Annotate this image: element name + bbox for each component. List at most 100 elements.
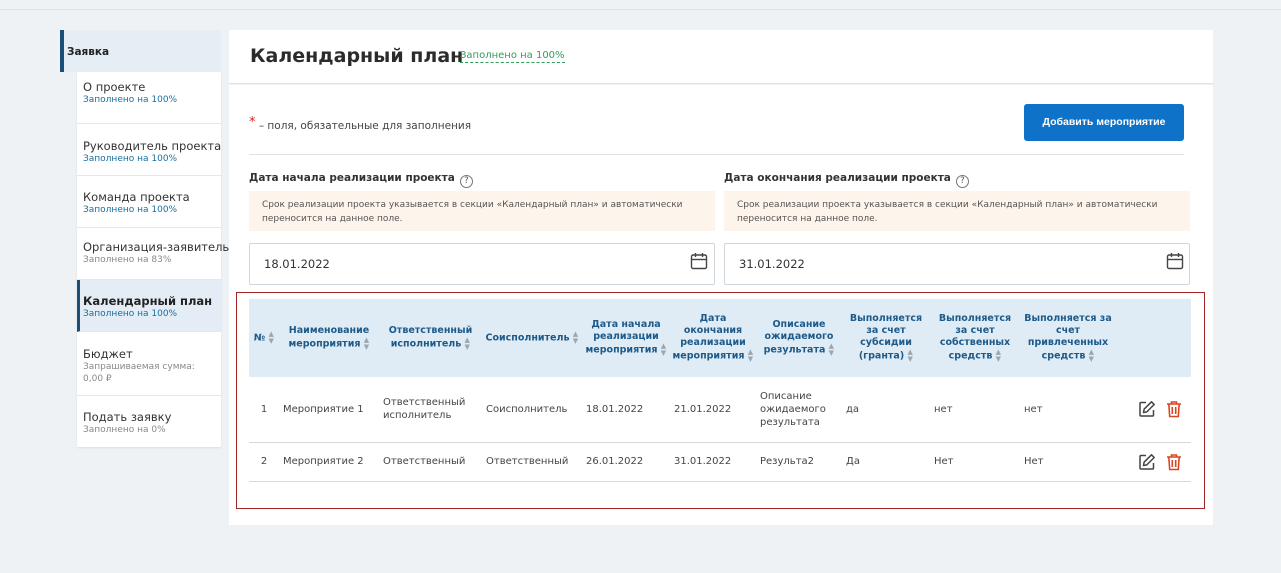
help-icon[interactable]: ? [955,175,969,188]
col-header-actions [1116,299,1191,377]
required-note-text: – поля, обязательные для заполнения [258,120,472,132]
sidebar-item-amount: 0,00 ₽ [83,374,112,384]
cell-subsidy: Да [846,456,860,467]
cell-end-date: 31.01.2022 [674,456,732,467]
col-header-responsible[interactable]: Ответственный исполнитель ▲ ▼ [379,299,482,377]
sidebar-item-organization[interactable]: Организация-заявитель Заполнено на 83% [77,228,230,280]
cell-end-date: 21.01.2022 [674,403,732,415]
edit-icon[interactable] [1138,400,1156,418]
delete-icon[interactable] [1165,400,1183,418]
required-fields-note: * – поля, обязательные для заполнения [249,115,471,132]
col-header-label: Выполняется за счет привлеченных средств [1024,313,1112,362]
sidebar-item-label: Календарный план [83,294,213,308]
table-header-row: № ▲ ▼ Наименование мероприятия ▲ ▼ Ответстве… [249,299,1191,377]
cell-number: 1 [260,403,268,415]
cell-own-funds: нет [934,403,953,415]
cell-start-date: 26.01.2022 [586,456,644,467]
col-header-coexecutor[interactable]: Соисполнитель ▲ ▼ [482,299,582,377]
cell-attracted-funds: Нет [1024,456,1044,467]
required-star: * [249,115,256,130]
sort-icon[interactable]: ▲ ▼ [660,343,666,357]
sort-icon[interactable]: ▲ ▼ [907,349,913,363]
col-header-label: Дата окончания реализации мероприятия [672,313,746,362]
sidebar-item-status: Заполнено на 100% [83,95,178,105]
sidebar-item-label: О проекте [83,80,146,94]
sidebar-item-calendar-plan[interactable]: Календарный план Заполнено на 100% [77,280,221,332]
calendar-icon[interactable] [1166,252,1184,270]
sidebar-item-label: Бюджет [83,347,133,361]
cell-coexecutor: Соисполнитель [486,403,568,415]
start-date-input[interactable] [249,243,715,285]
start-date-label-text: Дата начала реализации проекта [249,172,455,184]
col-header-end-date[interactable]: Дата окончания реализации мероприятия ▲ ▼ [670,299,756,377]
sort-icon[interactable]: ▲ ▼ [747,349,753,363]
row-actions [1116,377,1191,442]
sort-icon[interactable]: ▲ ▼ [268,331,274,345]
cell-own-funds: Нет [934,456,954,467]
page-title: Календарный план [250,45,464,67]
sidebar-item-about[interactable]: О проекте Заполнено на 100% [77,72,221,124]
col-header-start-date[interactable]: Дата начала реализации мероприятия ▲ ▼ [582,299,670,377]
edit-icon[interactable] [1138,453,1156,471]
cell-name: Мероприятие 2 [283,456,364,467]
start-date-note: Срок реализации проекта указывается в се… [249,191,715,231]
col-header-label: Соисполнитель [485,332,570,344]
sidebar-item-label: Команда проекта [83,190,190,204]
col-header-label: Описание ожидаемого результата [763,319,834,356]
cell-coexecutor: Ответственный [486,456,569,467]
sort-icon[interactable]: ▲ ▼ [828,343,834,357]
sort-icon[interactable]: ▲ ▼ [572,331,578,345]
start-date-label: Дата начала реализации проекта? [249,172,473,188]
col-header-label: № [253,332,266,344]
sort-icon[interactable]: ▲ ▼ [1088,349,1094,363]
col-header-label: Дата начала реализации мероприятия [585,319,661,356]
cell-start-date: 18.01.2022 [586,403,644,415]
table-row: 2 Мероприятие 2 Ответственный Ответствен… [249,442,1191,481]
sort-icon[interactable]: ▲ ▼ [363,337,369,351]
table-row: 1 Мероприятие 1 Ответственный исполнител… [249,377,1191,442]
col-header-attracted-funds[interactable]: Выполняется за счет привлеченных средств… [1020,299,1116,377]
col-header-number[interactable]: № ▲ ▼ [249,299,279,377]
col-header-own-funds[interactable]: Выполняется за счет собственных средств ▲… [930,299,1020,377]
sort-icon[interactable]: ▲ ▼ [464,337,470,351]
sidebar-header[interactable]: Заявка [60,30,221,72]
end-date-label-text: Дата окончания реализации проекта [724,172,951,184]
cell-name: Мероприятие 1 [283,403,364,415]
sidebar-item-submit[interactable]: Подать заявку Заполнено на 0% [77,396,221,447]
sidebar-item-project-lead[interactable]: Руководитель проекта Заполнено на 100% [77,124,221,176]
col-header-label: Ответственный исполнитель [388,325,473,350]
end-date-input[interactable] [724,243,1190,285]
fill-status-link[interactable]: Заполнено на 100% [460,50,565,63]
page-header: Календарный план Заполнено на 100% [229,30,1213,84]
sidebar-item-status: Заполнено на 0% [83,425,166,435]
col-header-subsidy[interactable]: Выполняется за счет субсидии (гранта) ▲ ▼ [842,299,930,377]
add-event-button[interactable]: Добавить мероприятие [1024,104,1184,141]
cell-responsible: Ответственный исполнитель [383,397,466,422]
top-divider [0,9,1281,10]
help-icon[interactable]: ? [459,175,473,188]
sidebar-item-budget[interactable]: Бюджет Запрашиваемая сумма: 0,00 ₽ [77,332,221,396]
col-header-result[interactable]: Описание ожидаемого результата ▲ ▼ [756,299,842,377]
sidebar-item-status: Заполнено на 100% [83,309,178,319]
cell-attracted-funds: нет [1024,403,1043,415]
sort-icon[interactable]: ▲ ▼ [995,349,1001,363]
sidebar-item-label: Руководитель проекта [83,139,222,153]
col-header-label: Наименование мероприятия [288,325,370,350]
sidebar-list: О проекте Заполнено на 100% Руководитель… [77,72,230,447]
end-date-label: Дата окончания реализации проекта? [724,172,969,188]
cell-result: Описание ожидаемого результата [760,390,826,428]
sidebar-item-team[interactable]: Команда проекта Заполнено на 100% [77,176,221,228]
row-actions [1116,442,1191,481]
delete-icon[interactable] [1165,453,1183,471]
col-header-name[interactable]: Наименование мероприятия ▲ ▼ [279,299,379,377]
sidebar-item-status: Заполнено на 100% [83,205,178,215]
sidebar-item-label: Подать заявку [83,410,172,424]
sidebar-item-status: Запрашиваемая сумма: [83,362,195,372]
sidebar-nav: Заявка О проекте Заполнено на 100% Руков… [60,30,230,447]
sidebar-item-label: Организация-заявитель [83,240,230,254]
cell-subsidy: да [846,403,860,415]
divider [249,154,1184,155]
sidebar-item-status: Заполнено на 100% [83,154,178,164]
calendar-icon[interactable] [690,252,708,270]
events-table: № ▲ ▼ Наименование мероприятия ▲ ▼ Ответстве… [249,299,1191,482]
